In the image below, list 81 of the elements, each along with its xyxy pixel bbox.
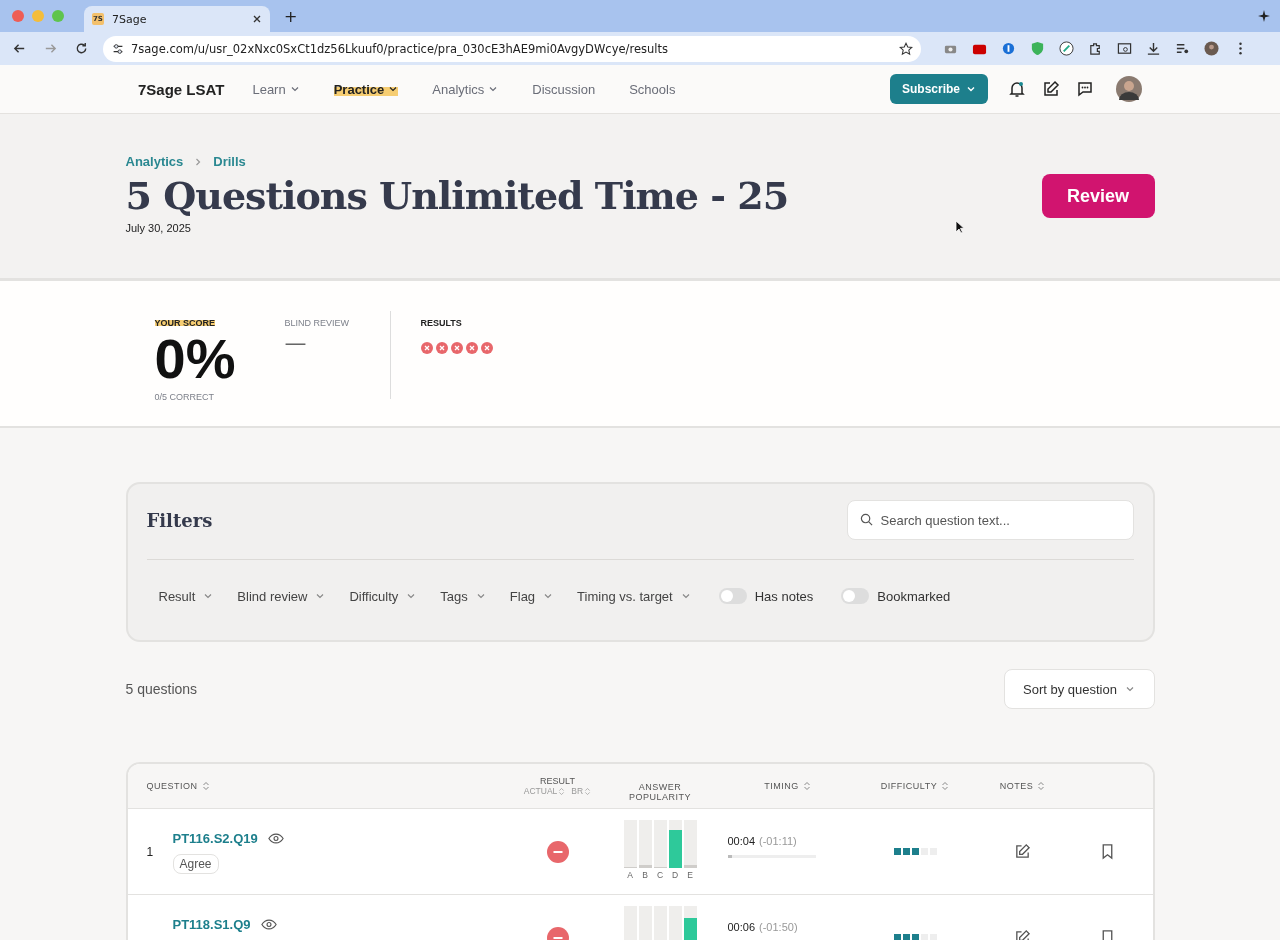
nav-link[interactable]: Analytics — [432, 81, 499, 97]
question-count: 5 questions — [125, 681, 198, 697]
nav-link[interactable]: Learn — [252, 81, 300, 97]
eye-icon[interactable] — [260, 919, 277, 930]
url-text: 7sage.com/u/usr_02xNxc0SxCt1dz56Lkuuf0/practice/pra_030cE3hAE9mi0AvgyDWcye/results — [131, 41, 669, 56]
chevron-down-icon — [543, 591, 554, 601]
column-header[interactable]: TIMING — [712, 781, 863, 791]
score-label: YOUR SCORE — [154, 318, 215, 328]
filter-dropdown[interactable]: Flag — [509, 588, 554, 604]
bell-icon[interactable] — [1008, 80, 1026, 98]
breadcrumb-link[interactable]: Analytics — [125, 154, 184, 169]
nav-link[interactable]: Discussion — [532, 81, 596, 97]
chat-icon[interactable] — [1076, 80, 1094, 98]
address-bar[interactable]: 7sage.com/u/usr_02xNxc0SxCt1dz56Lkuuf0/practice/pra_030cE3hAE9mi0AvgyDWcye/results — [103, 35, 921, 62]
toggle-switch[interactable] — [718, 588, 747, 604]
score-value: 0% — [154, 330, 237, 388]
blind-review-value: — — [284, 330, 308, 355]
site-logo[interactable]: 7Sage LSAT — [138, 80, 225, 98]
sort-icon — [941, 781, 950, 791]
eye-icon[interactable] — [267, 833, 284, 844]
time-spent: 00:06 — [727, 921, 756, 933]
time-delta: (-01:11) — [759, 835, 797, 847]
results-label: RESULTS — [420, 318, 462, 328]
subscribe-button[interactable]: Subscribe — [889, 74, 988, 104]
sort-icon — [584, 786, 592, 796]
site-settings-icon[interactable] — [111, 41, 125, 56]
question-link[interactable]: PT116.S2.Q19 — [172, 831, 258, 846]
chevron-down-icon — [966, 84, 976, 94]
answer-letter: C — [656, 870, 664, 880]
tab-title: 7Sage — [111, 12, 148, 26]
sort-dropdown[interactable]: Sort by question — [1003, 669, 1155, 709]
sparkle-icon[interactable] — [1258, 10, 1270, 22]
time-delta: (-01:50) — [759, 921, 798, 933]
sort-icon — [1037, 781, 1046, 791]
question-link[interactable]: PT118.S1.Q9 — [172, 917, 251, 932]
column-header: ANSWER POPULARITY — [628, 780, 692, 804]
filter-dropdown[interactable]: Blind review — [237, 588, 326, 604]
question-tag[interactable]: Agree — [172, 854, 219, 874]
toggle-switch[interactable] — [841, 588, 870, 604]
chevron-down-icon — [406, 591, 417, 601]
chevron-down-icon — [203, 591, 214, 601]
filters-title: Filters — [146, 509, 213, 531]
filter-dropdown[interactable]: Timing vs. target — [577, 588, 691, 604]
date-text: July 30, 2025 — [125, 222, 192, 234]
filter-dropdown[interactable]: Tags — [440, 588, 486, 604]
filter-dropdown[interactable]: Difficulty — [349, 588, 417, 604]
search-field[interactable]: Search question text... — [846, 500, 1134, 540]
edit-icon[interactable] — [1042, 80, 1060, 98]
answer-letter: A — [627, 870, 633, 880]
filter-dropdown[interactable]: Result — [158, 588, 214, 604]
nav-link[interactable]: Schools — [629, 81, 676, 97]
chevron-down-icon — [1124, 684, 1135, 694]
correct-count: 0/5 CORRECT — [154, 392, 215, 402]
edit-note-icon[interactable] — [1014, 843, 1031, 860]
sort-icon — [201, 781, 210, 791]
new-tab-button[interactable]: + — [284, 6, 298, 26]
chevron-down-icon — [475, 591, 486, 601]
toggle-label: Has notes — [754, 588, 814, 604]
column-header[interactable]: DIFFICULTY — [862, 781, 968, 791]
time-spent: 00:04 — [727, 835, 756, 847]
blind-review-label: BLIND REVIEW — [284, 318, 349, 328]
review-button[interactable]: Review — [1041, 174, 1155, 218]
close-icon[interactable] — [252, 14, 262, 24]
toggle-label: Bookmarked — [877, 588, 951, 604]
answer-letter: E — [687, 870, 693, 880]
star-icon[interactable] — [899, 41, 913, 56]
sort-icon — [802, 781, 811, 791]
breadcrumb-link[interactable]: Drills — [213, 154, 246, 169]
chevron-down-icon — [315, 591, 326, 601]
chevron-down-icon — [680, 591, 691, 601]
answer-letter: D — [671, 870, 679, 880]
answer-letter: B — [642, 870, 648, 880]
row-number: 1 — [146, 844, 155, 859]
column-header[interactable]: QUESTION — [127, 781, 508, 791]
column-header[interactable]: NOTES — [967, 781, 1078, 791]
column-header: RESULT — [540, 776, 575, 786]
avatar-icon[interactable] — [1116, 76, 1142, 102]
sort-icon — [558, 786, 566, 796]
page-title: 5 Questions Unlimited Time - 25 — [125, 173, 789, 218]
mouse-cursor-icon — [955, 220, 965, 234]
search-icon — [859, 513, 873, 526]
